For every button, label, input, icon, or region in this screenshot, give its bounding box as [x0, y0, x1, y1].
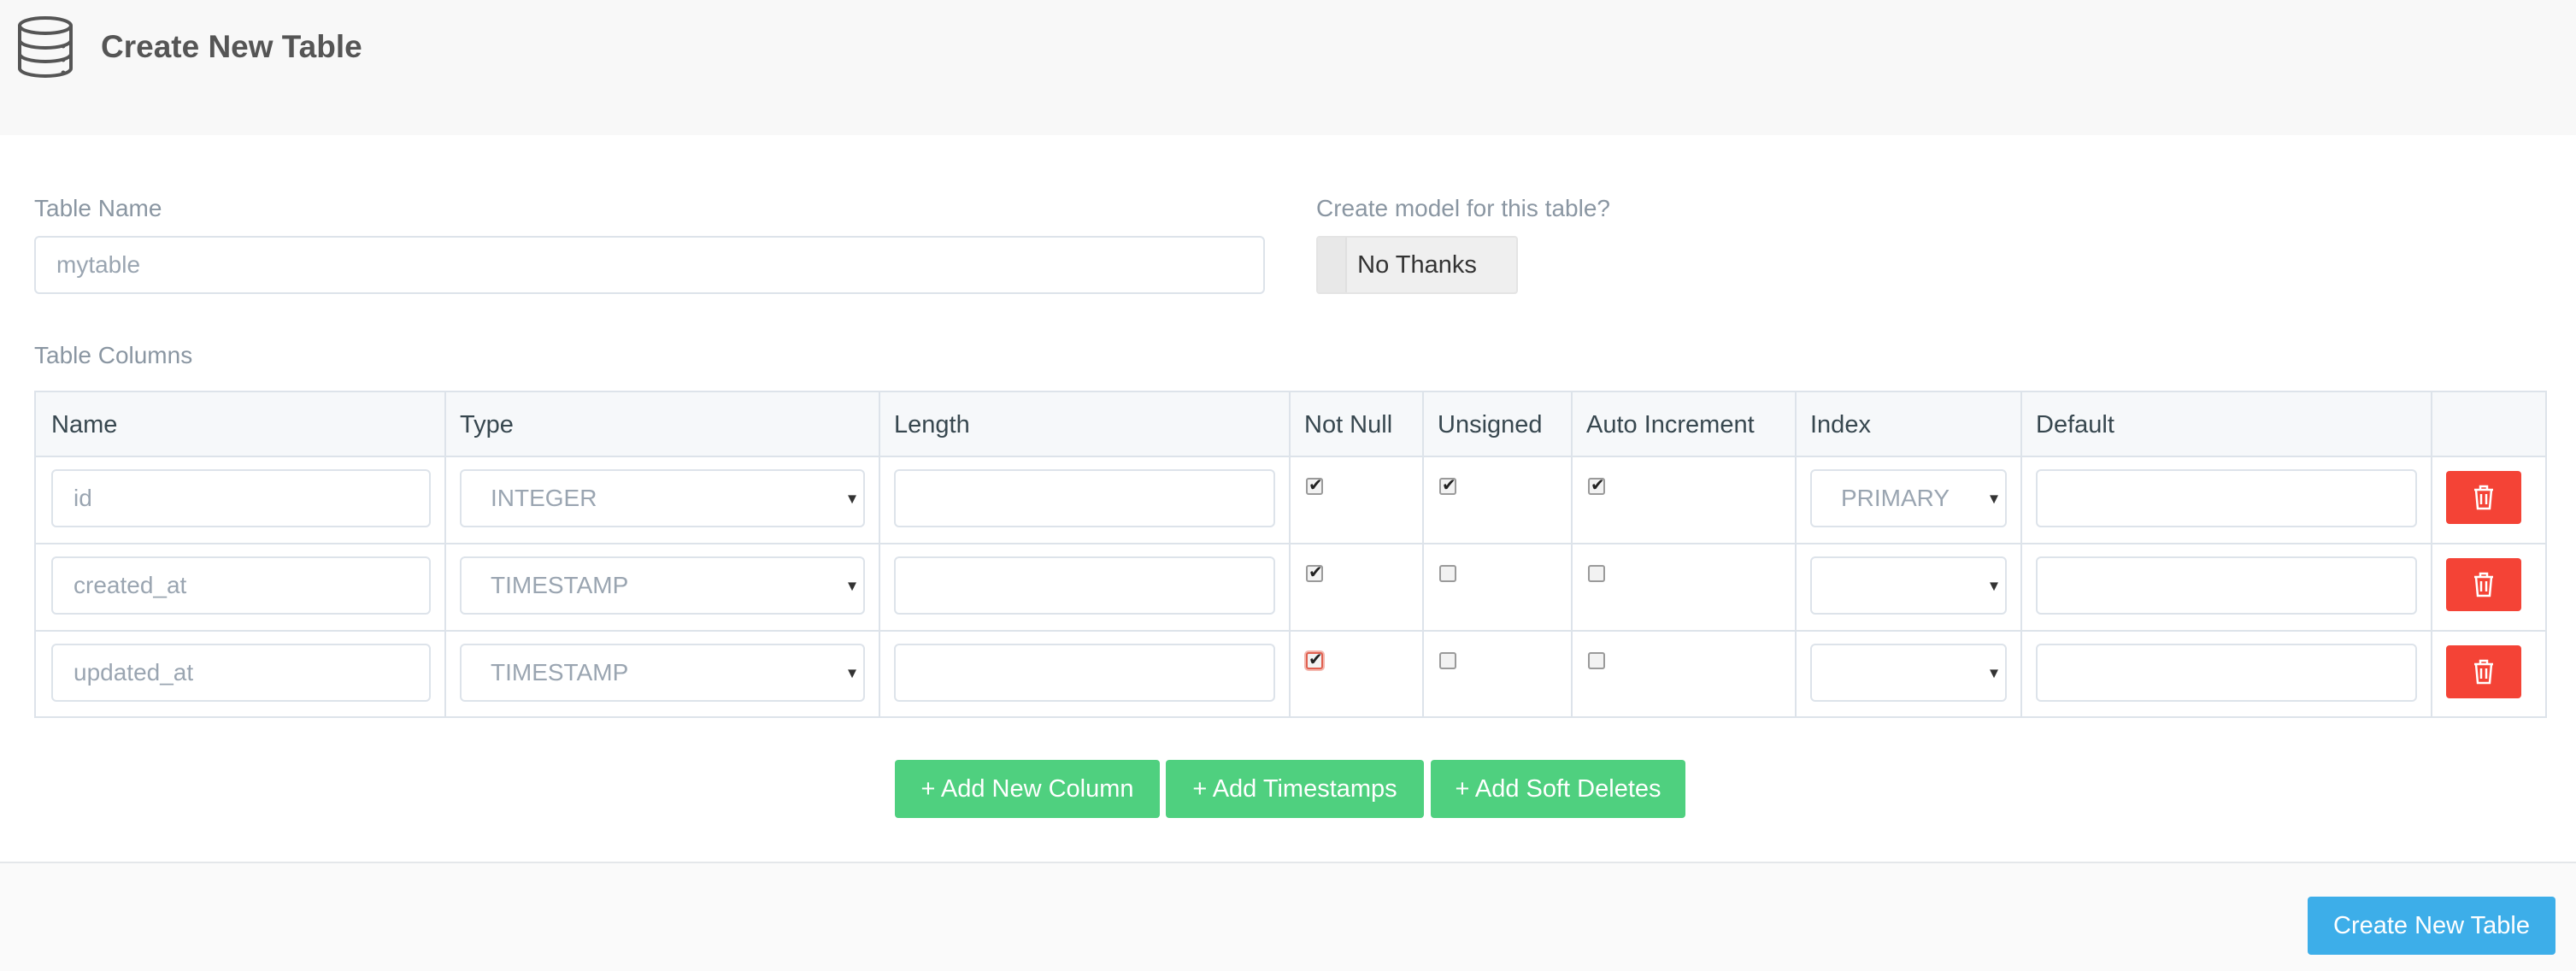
select-value: PRIMARY [1841, 485, 1950, 511]
trash-icon [2474, 659, 2493, 685]
column-length-input[interactable] [894, 469, 1275, 527]
header-default: Default [2036, 411, 2114, 438]
column-index-select[interactable]: ▾ [1810, 644, 2007, 702]
trash-icon [2474, 572, 2493, 597]
add-timestamps-button[interactable]: + Add Timestamps [1166, 760, 1424, 818]
column-default-input[interactable] [2036, 556, 2417, 615]
toggle-handle [1318, 238, 1347, 292]
select-value: TIMESTAMP [491, 572, 629, 598]
add-new-column-button[interactable]: + Add New Column [895, 760, 1160, 818]
database-icon [18, 16, 73, 78]
column-name-input[interactable]: updated_at [51, 644, 431, 702]
header-not-null: Not Null [1304, 411, 1393, 438]
unsigned-checkbox[interactable] [1439, 474, 1456, 496]
header-name: Name [51, 411, 118, 438]
toggle-label: No Thanks [1357, 250, 1477, 279]
chevron-down-icon: ▾ [1989, 489, 1998, 509]
column-index-select[interactable]: PRIMARY ▾ [1810, 469, 2007, 527]
column-name-input[interactable]: created_at [51, 556, 431, 615]
create-new-table-button[interactable]: Create New Table [2308, 897, 2555, 955]
delete-column-button[interactable] [2446, 558, 2521, 611]
header-length: Length [894, 411, 970, 438]
panel-footer [0, 862, 2576, 971]
create-model-toggle[interactable]: No Thanks [1316, 236, 1518, 294]
table-header-row [36, 392, 2545, 457]
table-columns-label: Table Columns [34, 342, 193, 368]
select-value: TIMESTAMP [491, 659, 629, 686]
page-header: Create New Table [0, 0, 2576, 135]
add-soft-deletes-button[interactable]: + Add Soft Deletes [1431, 760, 1685, 818]
column-name-input[interactable]: id [51, 469, 431, 527]
column-type-select[interactable]: TIMESTAMP ▾ [460, 556, 865, 615]
chevron-down-icon: ▾ [847, 663, 856, 683]
table-name-label: Table Name [34, 195, 162, 221]
column-type-select[interactable]: INTEGER ▾ [460, 469, 865, 527]
header-unsigned: Unsigned [1438, 411, 1543, 438]
column-type-select[interactable]: TIMESTAMP ▾ [460, 644, 865, 702]
auto-increment-checkbox[interactable] [1588, 474, 1605, 496]
delete-column-button[interactable] [2446, 645, 2521, 698]
header-index: Index [1810, 411, 1871, 438]
header-auto-increment: Auto Increment [1586, 411, 1755, 438]
create-model-label: Create model for this table? [1316, 195, 1610, 221]
trash-icon [2474, 485, 2493, 510]
not-null-checkbox[interactable] [1306, 474, 1323, 496]
column-index-select[interactable]: ▾ [1810, 556, 2007, 615]
column-default-input[interactable] [2036, 644, 2417, 702]
column-length-input[interactable] [894, 644, 1275, 702]
auto-increment-checkbox[interactable] [1588, 565, 1605, 582]
chevron-down-icon: ▾ [1989, 663, 1998, 683]
columns-table: Name Type Length Not Null Unsigned Auto … [34, 391, 2547, 718]
chevron-down-icon: ▾ [1989, 576, 1998, 596]
delete-column-button[interactable] [2446, 471, 2521, 524]
table-name-input[interactable]: mytable [34, 236, 1265, 294]
select-value: INTEGER [491, 485, 597, 511]
unsigned-checkbox[interactable] [1439, 652, 1456, 669]
column-length-input[interactable] [894, 556, 1275, 615]
page-title: Create New Table [101, 29, 362, 64]
not-null-checkbox[interactable] [1306, 562, 1323, 583]
unsigned-checkbox[interactable] [1439, 565, 1456, 582]
header-type: Type [460, 411, 514, 438]
chevron-down-icon: ▾ [847, 576, 856, 596]
chevron-down-icon: ▾ [847, 489, 856, 509]
column-default-input[interactable] [2036, 469, 2417, 527]
auto-increment-checkbox[interactable] [1588, 652, 1605, 669]
not-null-checkbox[interactable] [1306, 649, 1323, 670]
